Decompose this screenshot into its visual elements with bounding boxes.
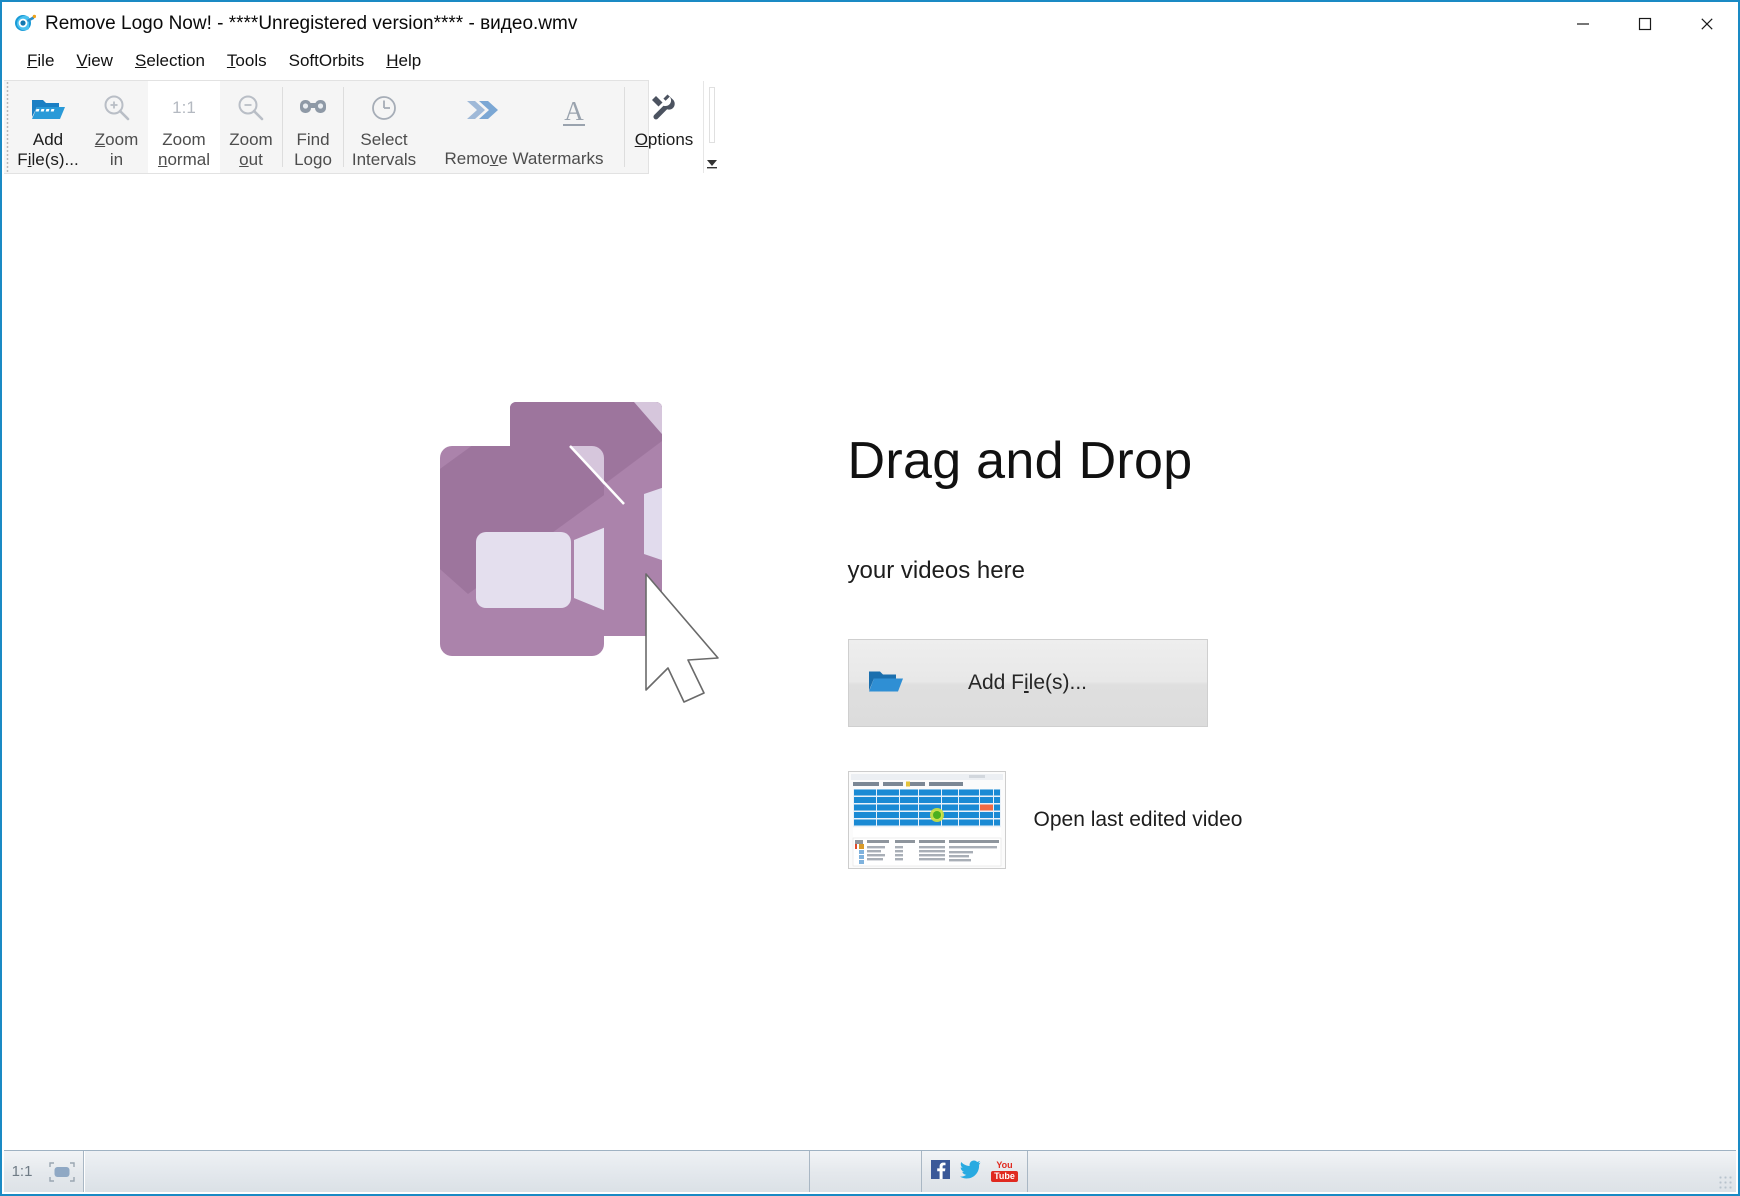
chevron-down-icon xyxy=(706,159,718,169)
add-files-button[interactable]: Add File(s)... xyxy=(848,639,1208,727)
page-subtitle: your videos here xyxy=(848,557,1243,585)
youtube-icon[interactable]: You Tube xyxy=(991,1161,1018,1182)
status-bar: 1:1 xyxy=(4,1150,1736,1192)
menu-item-help[interactable]: Help xyxy=(375,49,432,73)
text-letter-a-icon: A xyxy=(563,99,585,126)
arrow-merge-icon xyxy=(463,97,503,128)
close-button[interactable] xyxy=(1676,2,1738,46)
toolbar-label-select-intervals: SelectIntervals xyxy=(352,130,416,170)
last-video-thumbnail[interactable] xyxy=(848,771,1006,869)
close-icon xyxy=(1699,16,1715,32)
facebook-icon[interactable] xyxy=(931,1160,950,1184)
twitter-icon[interactable] xyxy=(960,1160,981,1184)
window-controls xyxy=(1552,2,1738,46)
clock-icon xyxy=(368,88,400,128)
toolbar-label-zoom-in: Zoomin xyxy=(95,130,138,170)
toolbar-label-zoom-out: Zoomout xyxy=(229,130,272,170)
menu-item-view[interactable]: View xyxy=(65,49,124,73)
toolbar-label-options: Options xyxy=(635,130,694,150)
toolbar-label-remove-watermarks: Remove Watermarks xyxy=(444,149,603,169)
toolbar-button-zoom-in[interactable]: Zoomin xyxy=(85,81,148,173)
resize-grip[interactable] xyxy=(1028,1151,1736,1192)
application-window: Remove Logo Now! - ****Unregistered vers… xyxy=(0,0,1740,1196)
folder-icon xyxy=(866,665,906,700)
toolbar-label-find-logo: FindLogo xyxy=(294,130,332,170)
social-links: You Tube xyxy=(922,1151,1028,1192)
toolbar-scroll-track xyxy=(709,87,715,143)
window-title: Remove Logo Now! - ****Unregistered vers… xyxy=(45,13,577,35)
status-zoom-level: 1:1 xyxy=(4,1151,40,1192)
toolbar-drag-handle[interactable] xyxy=(4,81,11,173)
video-files-drag-drop-illustration xyxy=(438,394,738,724)
toolbar-button-zoom-out[interactable]: Zoomout xyxy=(220,81,282,173)
binoculars-icon xyxy=(295,88,331,128)
zoom-1to1-icon: 1:1 xyxy=(172,88,196,128)
menu-item-softorbits[interactable]: SoftOrbits xyxy=(278,49,376,73)
menu-item-file[interactable]: File xyxy=(16,49,65,73)
page-title: Drag and Drop xyxy=(848,434,1243,489)
open-folder-icon xyxy=(28,88,68,128)
toolbar-button-remove-watermarks[interactable]: A Remove Watermarks xyxy=(424,81,624,173)
toolbar-button-find-logo[interactable]: FindLogo xyxy=(283,81,343,173)
toolbar-label-zoom-normal: Zoomnormal xyxy=(158,130,210,170)
fit-to-window-button[interactable] xyxy=(40,1151,84,1192)
toolbar-button-add-files[interactable]: AddFile(s)... xyxy=(11,81,85,173)
wrench-icon xyxy=(647,88,681,128)
toolbar-button-zoom-normal[interactable]: 1:1 Zoomnormal xyxy=(148,81,220,173)
maximize-button[interactable] xyxy=(1614,2,1676,46)
main-content-area: Drag and Drop your videos here Add File(… xyxy=(4,176,1736,1150)
app-logo-icon xyxy=(14,13,36,35)
zoom-in-icon xyxy=(100,88,134,128)
open-last-video-label: Open last edited video xyxy=(1034,808,1243,832)
toolbar-label-add-files: AddFile(s)... xyxy=(17,130,78,170)
drop-instructions: Drag and Drop your videos here Add File(… xyxy=(848,394,1243,869)
toolbar-button-select-intervals[interactable]: SelectIntervals xyxy=(344,81,424,173)
minimize-icon xyxy=(1575,16,1591,32)
menu-item-selection[interactable]: Selection xyxy=(124,49,216,73)
status-spacer xyxy=(810,1151,922,1192)
menu-item-tools[interactable]: Tools xyxy=(216,49,278,73)
resize-grip-icon xyxy=(1718,1175,1732,1189)
drag-drop-zone[interactable]: Drag and Drop your videos here Add File(… xyxy=(4,176,1736,1150)
open-last-video-row[interactable]: Open last edited video xyxy=(848,771,1243,869)
ribbon-toolbar: AddFile(s)... Zoomin 1:1 Zoomnormal xyxy=(4,80,649,174)
toolbar-button-options[interactable]: Options xyxy=(625,81,703,173)
maximize-icon xyxy=(1637,16,1653,32)
menu-bar: File View Selection Tools SoftOrbits Hel… xyxy=(2,46,1738,76)
toolbar-overflow-button[interactable] xyxy=(703,81,719,173)
title-bar[interactable]: Remove Logo Now! - ****Unregistered vers… xyxy=(2,2,1738,46)
zoom-out-icon xyxy=(234,88,268,128)
fit-to-window-icon xyxy=(49,1162,75,1182)
status-message xyxy=(84,1151,810,1192)
minimize-button[interactable] xyxy=(1552,2,1614,46)
